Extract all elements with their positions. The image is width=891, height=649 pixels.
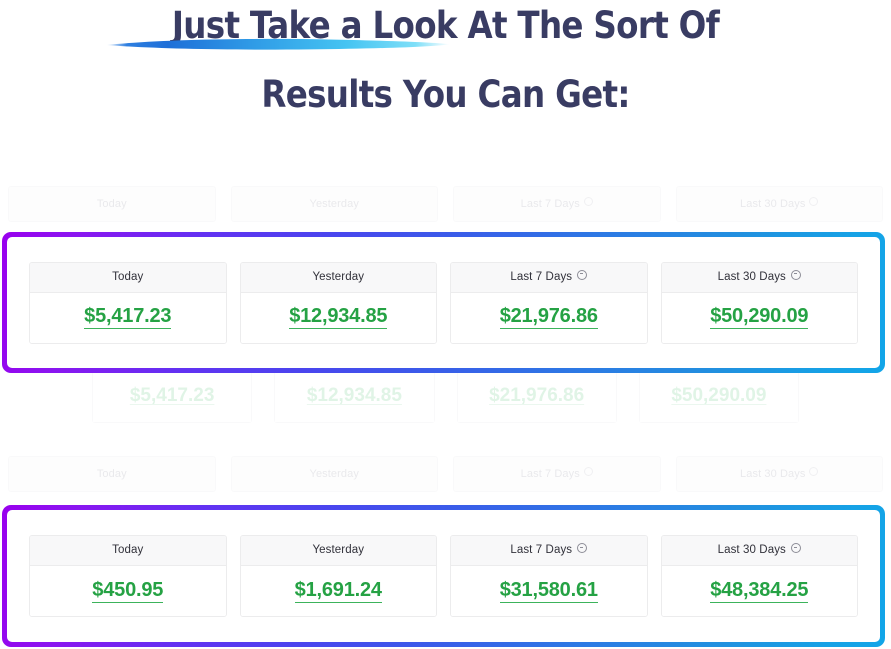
ghost-label: Last 30 Days bbox=[740, 468, 806, 480]
info-circle-icon[interactable] bbox=[577, 543, 588, 553]
background-dashboard-layer-top: Today Yesterday Last 7 Days Last 30 Days bbox=[0, 186, 891, 222]
ghost-label: Last 30 Days bbox=[740, 198, 806, 210]
stat-card-yesterday[interactable]: Yesterday $1,691.24 bbox=[239, 535, 437, 617]
stat-value: $5,417.23 bbox=[84, 305, 172, 329]
ghost-card: Last 30 Days bbox=[675, 186, 883, 222]
ghost-card: $5,417.23 bbox=[92, 368, 253, 423]
ghost-card: $21,976.86 bbox=[456, 368, 617, 423]
ghost-card: Today bbox=[8, 456, 216, 492]
ghost-card: Last 30 Days bbox=[675, 456, 883, 492]
background-dashboard-values-top: $5,417.23 $12,934.85 $21,976.86 $50,290.… bbox=[0, 368, 891, 423]
ghost-value: $50,290.09 bbox=[639, 369, 798, 422]
ghost-card: $12,934.85 bbox=[274, 368, 435, 423]
ghost-label: Yesterday bbox=[309, 198, 359, 210]
page-title-line-1: Just Take a Look At The Sort Of bbox=[171, 4, 720, 47]
stat-label: Today bbox=[112, 544, 144, 556]
info-circle-icon[interactable] bbox=[790, 269, 801, 280]
stat-value: $21,976.86 bbox=[499, 305, 598, 329]
stat-card-row: Today $5,417.23 Yesterday $12,934.85 Las… bbox=[29, 261, 858, 344]
stat-card-today[interactable]: Today $5,417.23 bbox=[29, 261, 227, 344]
ghost-card: Yesterday bbox=[230, 456, 438, 492]
ghost-header-row-bottom: Today Yesterday Last 7 Days Last 30 Days bbox=[0, 456, 891, 492]
ghost-header-row-top: Today Yesterday Last 7 Days Last 30 Days bbox=[0, 186, 891, 222]
ghost-value: $12,934.85 bbox=[275, 369, 434, 422]
background-dashboard-layer-bottom: Today Yesterday Last 7 Days Last 30 Days bbox=[0, 456, 891, 492]
earnings-panel-1: Today $5,417.23 Yesterday $12,934.85 Las… bbox=[2, 232, 885, 373]
stat-card-yesterday[interactable]: Yesterday $12,934.85 bbox=[239, 261, 437, 344]
stat-card-last-7-days[interactable]: Last 7 Days $21,976.86 bbox=[450, 261, 648, 344]
ghost-label: Today bbox=[96, 198, 127, 210]
stat-value: $50,290.09 bbox=[710, 305, 809, 329]
ghost-value: $5,417.23 bbox=[93, 369, 252, 422]
earnings-panel-2: Today $450.95 Yesterday $1,691.24 Last 7… bbox=[2, 505, 885, 647]
info-circle-icon bbox=[583, 197, 593, 206]
ghost-card: Last 7 Days bbox=[453, 456, 661, 492]
info-circle-icon bbox=[583, 467, 593, 476]
ghost-label: Today bbox=[96, 468, 127, 480]
stat-value: $48,384.25 bbox=[710, 578, 809, 603]
info-circle-icon bbox=[809, 197, 819, 206]
page-heading: Just Take a Look At The Sort Of Results … bbox=[0, 0, 891, 118]
ghost-label: Last 7 Days bbox=[520, 198, 580, 210]
stat-label: Last 7 Days bbox=[510, 544, 573, 556]
info-circle-icon[interactable] bbox=[790, 543, 801, 553]
stat-value: $1,691.24 bbox=[294, 578, 382, 603]
stat-card-last-30-days[interactable]: Last 30 Days $48,384.25 bbox=[660, 535, 858, 617]
stat-value: $450.95 bbox=[92, 578, 164, 603]
page-title-line-2: Results You Can Get: bbox=[261, 73, 630, 116]
ghost-value-row: $5,417.23 $12,934.85 $21,976.86 $50,290.… bbox=[0, 368, 891, 423]
ghost-card: Yesterday bbox=[230, 186, 438, 222]
stat-label: Last 30 Days bbox=[717, 270, 786, 283]
stat-value: $12,934.85 bbox=[289, 305, 388, 329]
ghost-label: Yesterday bbox=[309, 468, 359, 480]
stat-card-last-30-days[interactable]: Last 30 Days $50,290.09 bbox=[660, 261, 858, 344]
info-circle-icon[interactable] bbox=[577, 269, 588, 280]
stat-card-today[interactable]: Today $450.95 bbox=[29, 535, 227, 617]
stat-card-row: Today $450.95 Yesterday $1,691.24 Last 7… bbox=[29, 535, 858, 617]
stat-label: Last 7 Days bbox=[510, 270, 573, 283]
ghost-label: Last 7 Days bbox=[520, 468, 580, 480]
stat-card-last-7-days[interactable]: Last 7 Days $31,580.61 bbox=[450, 535, 648, 617]
ghost-card: Last 7 Days bbox=[453, 186, 661, 222]
stat-label: Today bbox=[112, 270, 144, 283]
stat-label: Last 30 Days bbox=[717, 544, 786, 556]
ghost-card: Today bbox=[8, 186, 216, 222]
ghost-value: $21,976.86 bbox=[457, 369, 616, 422]
stat-value: $31,580.61 bbox=[499, 578, 598, 603]
info-circle-icon bbox=[809, 467, 819, 476]
stat-label: Yesterday bbox=[312, 270, 365, 283]
stat-label: Yesterday bbox=[312, 544, 365, 556]
ghost-card: $50,290.09 bbox=[638, 368, 799, 423]
